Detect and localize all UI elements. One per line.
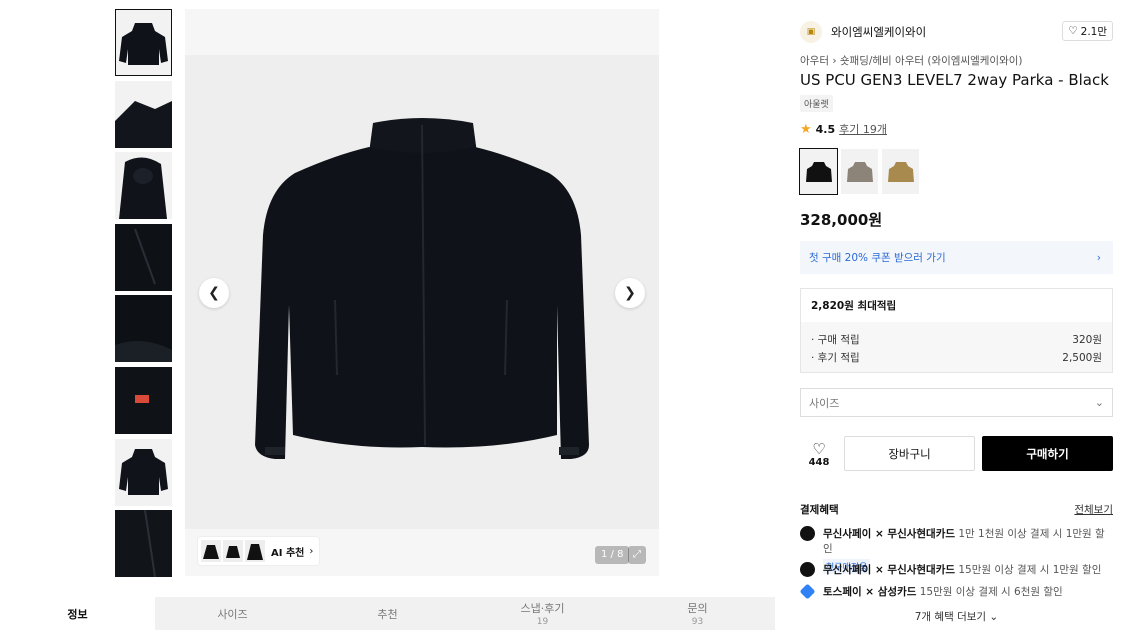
tab-label: 스냅·후기 xyxy=(520,602,565,615)
more-benefits-button[interactable]: 7개 혜택 더보기 ⌄ xyxy=(800,609,1113,624)
breadcrumb-item[interactable]: 아우터 xyxy=(800,55,829,67)
tab-count: 93 xyxy=(691,617,704,627)
ai-recommend-label: AI 추천 xyxy=(271,547,305,559)
heart-icon: ♡ xyxy=(812,439,826,458)
more-benefits-label: 7개 혜택 더보기 xyxy=(914,611,987,623)
tab-count: 19 xyxy=(536,617,549,627)
payment-benefits-title: 결제혜택 xyxy=(800,504,839,516)
tab-info[interactable]: 정보 xyxy=(0,597,155,630)
thumbnail-6[interactable] xyxy=(115,366,172,434)
benefit-desc: 15만원 이상 결제 시 6천원 할인 xyxy=(916,586,1063,598)
main-image-viewer: ❮ ❯ AI 추천 › 1 / 8 ⤢ xyxy=(185,9,659,576)
points-box: 2,820원 최대적립 · 구매 적립 320원 · 후기 적립 2,500원 xyxy=(800,288,1113,373)
points-label: · 후기 적립 xyxy=(811,351,860,364)
thumbnail-3[interactable] xyxy=(115,152,172,220)
view-all-link[interactable]: 전체보기 xyxy=(1074,502,1113,517)
tab-label: 사이즈 xyxy=(217,607,248,621)
star-icon: ★ xyxy=(800,121,812,137)
product-tabs: 정보 사이즈 추천 스냅·후기 19 문의 93 xyxy=(0,597,775,630)
color-option-coyote[interactable] xyxy=(882,149,919,194)
chevron-right-icon: › xyxy=(832,55,840,67)
brand-like-button[interactable]: ♡ 2.1만 xyxy=(1062,21,1113,41)
ai-thumb xyxy=(201,540,221,562)
tab-label: 문의 xyxy=(687,602,708,615)
product-photo xyxy=(185,55,659,529)
tab-reviews[interactable]: 스냅·후기 19 xyxy=(465,597,620,630)
benefit-item: 무신사페이 × 무신사현대카드 15만원 이상 결제 시 1만원 할인 xyxy=(800,562,1113,577)
benefit-partner: 토스페이 × 삼성카드 xyxy=(823,586,917,598)
product-title: US PCU GEN3 LEVEL7 2way Parka - Black xyxy=(800,71,1109,89)
image-pager: 1 / 8 xyxy=(595,546,630,564)
price: 328,000원 xyxy=(800,211,883,229)
points-row: · 후기 적립 2,500원 xyxy=(811,348,1102,366)
benefit-desc: 15만원 이상 결제 시 1만원 할인 xyxy=(955,564,1102,576)
coupon-text: 첫 구매 20% 쿠폰 받으러 가기 xyxy=(809,252,946,264)
size-placeholder: 사이즈 xyxy=(809,396,840,410)
payment-benefits-header: 결제혜택 전체보기 xyxy=(800,502,1113,517)
next-image-button[interactable]: ❯ xyxy=(615,278,645,308)
product-info-panel: ▣ 와이엠씨엘케이와이 ♡ 2.1만 아우터 › 숏패딩/헤비 아우터 (와이엠… xyxy=(785,0,1125,640)
thumbnail-5[interactable] xyxy=(115,295,172,363)
tab-label: 정보 xyxy=(67,607,88,621)
rating-score: 4.5 xyxy=(815,122,836,136)
prev-image-button[interactable]: ❮ xyxy=(199,278,229,308)
color-option-grey[interactable] xyxy=(841,149,878,194)
add-to-cart-button[interactable]: 장바구니 xyxy=(844,436,975,471)
outlet-tag: 아울렛 xyxy=(800,95,833,112)
thumbnail-4[interactable] xyxy=(115,223,172,291)
musinsa-pay-icon xyxy=(800,562,815,577)
chevron-down-icon: ⌄ xyxy=(1094,396,1104,409)
wishlist-button[interactable]: ♡ 448 xyxy=(800,436,838,472)
musinsa-pay-icon xyxy=(800,526,815,541)
tab-recommend[interactable]: 추천 xyxy=(310,597,465,630)
breadcrumb-item[interactable]: 숏패딩/헤비 아우터 (와이엠씨엘케이와이) xyxy=(840,55,1023,67)
points-value: 320원 xyxy=(1072,333,1102,346)
tab-inquiry[interactable]: 문의 93 xyxy=(620,597,775,630)
breadcrumb: 아우터 › 숏패딩/헤비 아우터 (와이엠씨엘케이와이) xyxy=(800,53,1023,68)
tab-label: 추천 xyxy=(377,607,398,621)
brand-row: ▣ 와이엠씨엘케이와이 ♡ 2.1만 xyxy=(800,21,1113,43)
toss-pay-icon xyxy=(799,583,816,600)
brand-like-count: 2.1만 xyxy=(1080,25,1107,38)
ai-thumb xyxy=(223,540,243,562)
color-options xyxy=(799,148,919,195)
thumbnail-1[interactable] xyxy=(115,9,172,76)
chevron-down-icon: ⌄ xyxy=(989,611,999,623)
points-row: · 구매 적립 320원 xyxy=(811,330,1102,348)
thumbnail-2[interactable] xyxy=(115,80,172,148)
thumbnail-8[interactable] xyxy=(115,510,172,578)
expand-icon[interactable]: ⤢ xyxy=(628,546,646,564)
brand-name[interactable]: 와이엠씨엘케이와이 xyxy=(831,24,926,40)
review-link[interactable]: 후기 19개 xyxy=(839,121,887,137)
points-max: 2,820원 최대적립 xyxy=(811,300,897,312)
tab-size[interactable]: 사이즈 xyxy=(155,597,310,630)
coupon-banner[interactable]: 첫 구매 20% 쿠폰 받으러 가기 › xyxy=(800,241,1113,274)
benefit-partner: 무신사페이 × 무신사현대카드 xyxy=(823,528,956,540)
points-value: 2,500원 xyxy=(1062,351,1102,364)
chevron-right-icon: › xyxy=(1096,251,1101,264)
benefit-partner: 무신사페이 × 무신사현대카드 xyxy=(823,564,956,576)
size-select[interactable]: 사이즈 ⌄ xyxy=(800,388,1113,417)
brand-logo[interactable]: ▣ xyxy=(800,21,822,43)
heart-icon: ♡ xyxy=(1068,25,1078,37)
thumbnail-list xyxy=(115,9,173,582)
ai-recommend-chip[interactable]: AI 추천 › xyxy=(198,537,320,565)
points-label: · 구매 적립 xyxy=(811,333,860,346)
chevron-left-icon: ❮ xyxy=(208,285,220,301)
buy-now-button[interactable]: 구매하기 xyxy=(982,436,1113,471)
thumbnail-7[interactable] xyxy=(115,438,172,506)
benefit-item: 토스페이 × 삼성카드 15만원 이상 결제 시 6천원 할인 xyxy=(799,583,1113,600)
chevron-right-icon: ❯ xyxy=(624,285,636,301)
wishlist-count: 448 xyxy=(808,456,830,468)
color-option-black[interactable] xyxy=(799,148,838,195)
chevron-right-icon: › xyxy=(309,545,314,557)
rating-row: ★ 4.5 후기 19개 xyxy=(800,121,887,137)
ai-thumb xyxy=(245,540,265,562)
